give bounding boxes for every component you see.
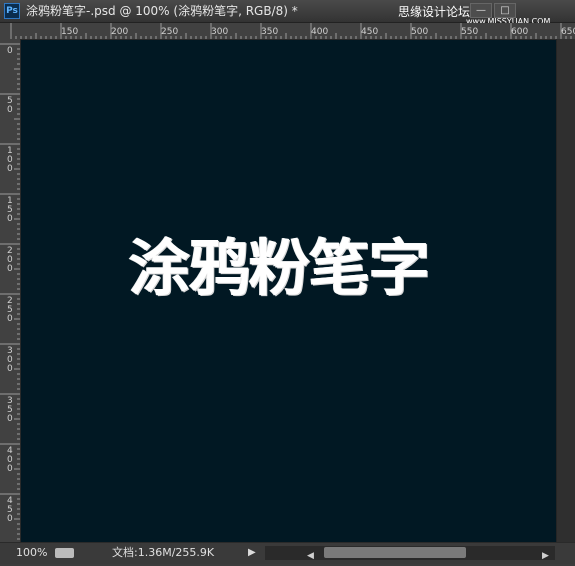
- ruler-label: 400: [311, 27, 328, 37]
- zoom-level[interactable]: 100%: [16, 543, 47, 563]
- watermark-text: 思缘设计论坛: [398, 5, 471, 19]
- ruler-label: 0: [7, 46, 13, 56]
- horizontal-scrollbar[interactable]: ◀ ▶: [265, 546, 555, 561]
- ruler-label: 300: [211, 27, 228, 37]
- ruler-label: 600: [511, 27, 528, 37]
- ruler-label: 650: [561, 27, 575, 37]
- vertical-ruler[interactable]: 050100150200250300350400450: [0, 39, 21, 542]
- watermark-logo: 思缘设计论坛 www.MISSYUAN.COM: [398, 1, 550, 26]
- navigator-icon[interactable]: [55, 548, 74, 558]
- ruler-label: 0: [7, 514, 13, 524]
- ruler-label: 0: [7, 105, 13, 115]
- ruler-label: 350: [261, 27, 278, 37]
- status-menu-arrow-icon[interactable]: ▶: [248, 543, 256, 563]
- ruler-label: 200: [111, 27, 128, 37]
- document-info: 文档:1.36M/255.9K: [112, 546, 215, 559]
- ruler-label: 0: [7, 414, 13, 424]
- title-bar: Ps 涂鸦粉笔字-.psd @ 100% (涂鸦粉笔字, RGB/8) * 思缘…: [0, 0, 575, 26]
- ruler-label: 0: [7, 214, 13, 224]
- ruler-label: 0: [7, 464, 13, 474]
- minimize-button[interactable]: —: [470, 3, 492, 18]
- horizontal-ruler[interactable]: 150 200 250 300 350 400 450 500 550 600 650: [0, 23, 575, 40]
- scroll-left-icon[interactable]: ◀: [307, 546, 314, 566]
- ruler-label: 0: [7, 314, 13, 324]
- document-title: 涂鸦粉笔字-.psd @ 100% (涂鸦粉笔字, RGB/8) *: [26, 4, 298, 18]
- chalk-text-layer[interactable]: 涂鸦粉笔字: [129, 218, 430, 307]
- ruler-label: 450: [361, 27, 378, 37]
- ruler-label: 0: [7, 364, 13, 374]
- maximize-button[interactable]: □: [494, 3, 516, 18]
- ruler-label: 250: [161, 27, 178, 37]
- horizontal-ruler-ticks: 150 200 250 300 350 400 450 500 550 600 650: [10, 23, 575, 39]
- ruler-label: 550: [461, 27, 478, 37]
- ruler-label: 0: [7, 264, 13, 274]
- horizontal-scroll-thumb[interactable]: [324, 547, 466, 558]
- ruler-label: 0: [7, 164, 13, 174]
- ruler-label: 500: [411, 27, 428, 37]
- vertical-scrollbar[interactable]: [556, 39, 575, 542]
- ruler-label: 150: [61, 27, 78, 37]
- document-canvas[interactable]: 涂鸦粉笔字: [21, 40, 556, 542]
- photoshop-app-icon: Ps: [4, 3, 20, 19]
- status-bar: 100% 文档:1.36M/255.9K ▶ ◀ ▶: [0, 542, 575, 564]
- scroll-right-icon[interactable]: ▶: [542, 546, 549, 566]
- vertical-ruler-ticks: 050100150200250300350400450: [0, 43, 20, 540]
